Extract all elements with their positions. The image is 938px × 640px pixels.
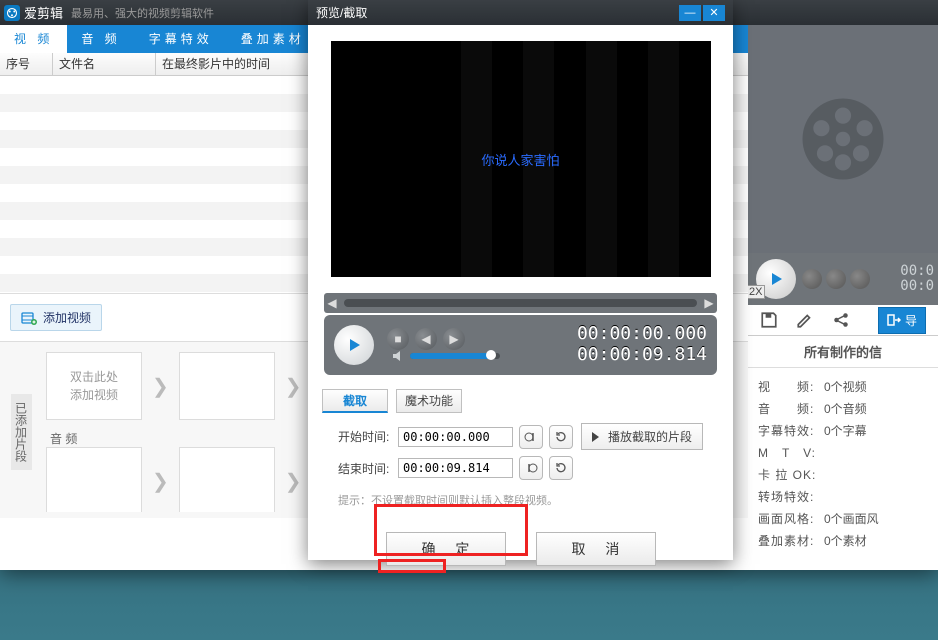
subtab-magic[interactable]: 魔术功能 (396, 389, 462, 413)
right-panel: 2X 00:000:0 导 所有制作的信 视 频:0个视频 音 频:0个音频 字… (748, 25, 938, 570)
mark-end-button[interactable] (519, 456, 543, 480)
dialog-play-controls: ■ ◀ ▶ 00:00:00.00000:00:09.814 (324, 315, 717, 375)
info-row: 卡 拉 OK: (758, 464, 928, 486)
dialog-title: 预览/截取 (316, 4, 367, 21)
app-subtitle: 最易用、强大的视频剪辑软件 (71, 5, 214, 21)
chevron-icon: ❯ (285, 469, 302, 494)
preview-subtitle: 你说人家害怕 (481, 150, 559, 169)
audio-slot[interactable] (46, 447, 142, 512)
dialog-scrollbar[interactable]: ◀ ▶ (324, 293, 717, 313)
minimize-button[interactable]: — (679, 5, 701, 21)
stop-button[interactable]: ■ (387, 328, 409, 350)
speaker-icon (392, 350, 406, 362)
end-time-input[interactable] (398, 458, 513, 478)
cancel-button[interactable]: 取 消 (536, 532, 656, 566)
film-plus-icon (21, 310, 37, 326)
app-title: 爱剪辑 (24, 3, 63, 22)
scroll-track[interactable] (344, 299, 697, 307)
info-body: 视 频:0个视频 音 频:0个音频 字幕特效:0个字幕 M T V: 卡 拉 O… (748, 368, 938, 570)
video-slot[interactable]: 双击此处添加视频 (46, 352, 142, 420)
info-row: 字幕特效:0个字幕 (758, 420, 928, 442)
next-frame-button[interactable]: ▶ (443, 328, 465, 350)
info-row: 转场特效: (758, 486, 928, 508)
scroll-right-icon[interactable]: ▶ (701, 295, 717, 311)
add-video-label: 添加视频 (43, 309, 91, 326)
close-button[interactable]: ✕ (703, 5, 725, 21)
dialog-subtabs: 截取 魔术功能 (322, 389, 719, 413)
reset-start-button[interactable] (549, 425, 573, 449)
preview-placeholder (748, 25, 938, 253)
stop-button[interactable] (802, 269, 822, 289)
volume-slider[interactable] (410, 353, 500, 359)
next-frame-button[interactable] (850, 269, 870, 289)
info-row: 画面风格:0个画面风 (758, 508, 928, 530)
scroll-left-icon[interactable]: ◀ (324, 295, 340, 311)
timeline-side-label: 已添加片段 (10, 352, 32, 512)
mark-start-button[interactable] (519, 425, 543, 449)
col-filename: 文件名 (53, 53, 156, 75)
add-video-button[interactable]: 添加视频 (10, 304, 102, 331)
audio-slot[interactable] (179, 447, 275, 512)
tab-video[interactable]: 视 频 (0, 25, 67, 53)
preview-clip-dialog: 预览/截取 — ✕ 你说人家害怕 ◀ ▶ ■ ◀ ▶ 0 (308, 0, 733, 560)
reset-end-button[interactable] (549, 456, 573, 480)
edit-icon[interactable] (796, 311, 814, 329)
start-time-input[interactable] (398, 427, 513, 447)
volume-control[interactable] (392, 350, 500, 362)
prev-frame-button[interactable]: ◀ (415, 328, 437, 350)
info-row: 音 频:0个音频 (758, 398, 928, 420)
dialog-timecode: 00:00:00.00000:00:09.814 (577, 324, 707, 365)
chevron-icon: ❯ (285, 374, 302, 399)
save-icon[interactable] (760, 311, 778, 329)
col-no: 序号 (0, 53, 53, 75)
end-time-label: 结束时间: (338, 460, 398, 477)
dialog-hint: 提示：不设置截取时间则默认插入整段视频。 (308, 490, 733, 510)
chevron-icon: ❯ (152, 374, 169, 399)
info-row: 视 频:0个视频 (758, 376, 928, 398)
share-icon[interactable] (832, 311, 850, 329)
prev-frame-button[interactable] (826, 269, 846, 289)
start-time-label: 开始时间: (338, 428, 398, 445)
tab-overlay[interactable]: 叠加素材 (227, 25, 319, 53)
ok-button[interactable]: 确 定 (386, 532, 506, 566)
preview-controls: 2X 00:000:0 (748, 253, 938, 305)
play-segment-button[interactable]: 播放截取的片段 (581, 423, 703, 450)
tab-subtitle-fx[interactable]: 字幕特效 (135, 25, 227, 53)
chevron-icon: ❯ (152, 469, 169, 494)
export-button[interactable]: 导 (878, 307, 926, 334)
dialog-play-button[interactable] (334, 325, 374, 365)
export-icon (887, 314, 901, 326)
info-title: 所有制作的信 (748, 336, 938, 368)
app-logo-icon (4, 5, 20, 21)
info-row: M T V: (758, 442, 928, 464)
dialog-preview-video[interactable]: 你说人家害怕 (331, 41, 711, 277)
subtab-clip[interactable]: 截取 (322, 389, 388, 413)
preview-timecode: 00:000:0 (900, 264, 934, 295)
zoom-badge[interactable]: 2X (748, 285, 765, 299)
video-slot[interactable] (179, 352, 275, 420)
info-row: 叠加素材:0个素材 (758, 530, 928, 552)
dialog-titlebar[interactable]: 预览/截取 — ✕ (308, 0, 733, 25)
tab-audio[interactable]: 音 频 (67, 25, 134, 53)
right-toolbar: 导 (748, 305, 938, 336)
film-reel-icon (798, 94, 888, 184)
